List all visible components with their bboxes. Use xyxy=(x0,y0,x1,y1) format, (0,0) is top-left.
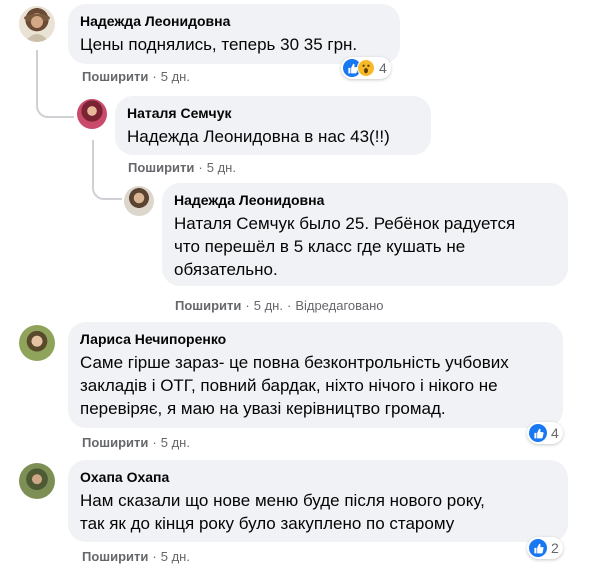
comment-text: Надежда Леонидовна в нас 43(!!) xyxy=(127,127,390,146)
reaction-count: 2 xyxy=(551,540,559,556)
comment-bubble: Надежда Леонидовна Цены поднялись, тепер… xyxy=(68,4,400,64)
avatar[interactable] xyxy=(124,186,154,216)
comment-text: Саме гірше зараз- це повна безконтрольні… xyxy=(80,351,551,420)
reaction-count: 4 xyxy=(379,60,387,76)
comment-author[interactable]: Надежда Леонидовна xyxy=(174,191,556,209)
comment-bubble: Охапа Охапа Нам сказали що нове меню буд… xyxy=(68,460,568,542)
text-line: перевіряє, я маю на увазі керівництво гр… xyxy=(80,399,446,418)
edited-label[interactable]: Відредаговано xyxy=(295,298,383,313)
share-link[interactable]: Поширити xyxy=(175,298,241,313)
share-link[interactable]: Поширити xyxy=(82,435,148,450)
share-link[interactable]: Поширити xyxy=(128,160,194,175)
comment-meta: Поширити · 5 дн. xyxy=(82,435,190,450)
text-line: обязательно. xyxy=(174,260,278,279)
timestamp[interactable]: 5 дн. xyxy=(161,69,190,84)
timestamp[interactable]: 5 дн. xyxy=(161,549,190,564)
thread-line xyxy=(92,140,122,200)
comment-author[interactable]: Надежда Леонидовна xyxy=(80,12,388,30)
reaction-count: 4 xyxy=(551,425,559,441)
timestamp[interactable]: 5 дн. xyxy=(254,298,283,313)
avatar[interactable] xyxy=(77,99,107,129)
comment-bubble: Лариса Нечипоренко Саме гірше зараз- це … xyxy=(68,322,563,428)
thread-line xyxy=(36,50,74,118)
text-line: Наталя Семчук было 25. Ребёнок радуется xyxy=(174,214,516,233)
comment-author[interactable]: Охапа Охапа xyxy=(80,468,556,486)
comment-text: Нам сказали що нове меню буде після ново… xyxy=(80,489,556,535)
comment-text: Наталя Семчук было 25. Ребёнок радуется … xyxy=(174,212,556,281)
text-line: что перешёл в 5 класс где кушать не xyxy=(174,237,466,256)
share-link[interactable]: Поширити xyxy=(82,69,148,84)
timestamp[interactable]: 5 дн. xyxy=(161,435,190,450)
wow-icon xyxy=(357,59,375,77)
comment-bubble: Надежда Леонидовна Наталя Семчук было 25… xyxy=(162,183,568,286)
avatar[interactable] xyxy=(19,463,55,499)
comment-meta: Поширити · 5 дн. xyxy=(128,160,236,175)
like-icon xyxy=(529,424,547,442)
text-line: Саме гірше зараз- це повна безконтрольні… xyxy=(80,353,509,372)
reactions-summary[interactable]: 4 xyxy=(341,57,391,79)
avatar[interactable] xyxy=(19,6,55,42)
comment-text: Цены поднялись, теперь 30 35 грн. xyxy=(80,35,358,54)
comment-meta: Поширити · 5 дн. xyxy=(82,549,190,564)
comment-author[interactable]: Лариса Нечипоренко xyxy=(80,330,551,348)
comment-meta: Поширити · 5 дн. xyxy=(82,69,190,84)
reactions-summary[interactable]: 4 xyxy=(527,422,563,444)
avatar[interactable] xyxy=(19,325,55,361)
reactions-summary[interactable]: 2 xyxy=(527,537,563,559)
like-icon xyxy=(529,539,547,557)
text-line: закладів і ОТГ, повний бардак, ніхто ніч… xyxy=(80,376,498,395)
share-link[interactable]: Поширити xyxy=(82,549,148,564)
comment-author[interactable]: Наталя Семчук xyxy=(127,104,419,122)
text-line: Нам сказали що нове меню буде після ново… xyxy=(80,491,485,510)
comment-meta: Поширити · 5 дн. · Відредаговано xyxy=(175,298,384,313)
timestamp[interactable]: 5 дн. xyxy=(207,160,236,175)
comment-bubble: Наталя Семчук Надежда Леонидовна в нас 4… xyxy=(115,96,431,155)
text-line: так як до кінця року було закуплено по с… xyxy=(80,514,455,533)
